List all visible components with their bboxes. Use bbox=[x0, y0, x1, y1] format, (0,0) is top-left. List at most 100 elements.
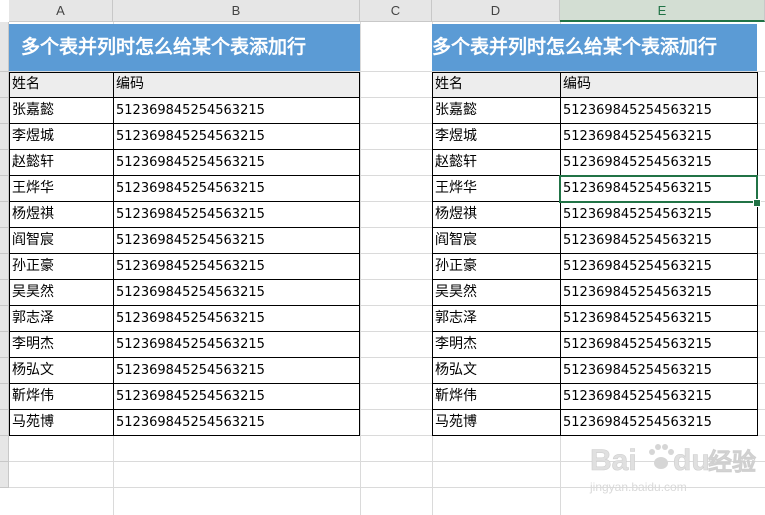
table-border-horizontal bbox=[9, 175, 360, 176]
table-border-horizontal bbox=[9, 72, 360, 73]
table-cell-code[interactable]: 512369845254563215 bbox=[560, 410, 757, 436]
row-header[interactable] bbox=[0, 98, 9, 124]
table-cell-code[interactable]: 512369845254563215 bbox=[113, 254, 359, 280]
table-cell-name[interactable]: 赵懿轩 bbox=[9, 150, 113, 176]
row-header[interactable] bbox=[0, 306, 9, 332]
column-header-e[interactable]: E bbox=[560, 0, 765, 22]
row-header[interactable] bbox=[0, 462, 9, 488]
table-cell-name[interactable]: 孙正豪 bbox=[9, 254, 113, 280]
paw-icon bbox=[649, 444, 674, 469]
table-cell-code[interactable]: 512369845254563215 bbox=[113, 384, 359, 410]
row-header[interactable] bbox=[0, 332, 9, 358]
table-cell-code[interactable]: 512369845254563215 bbox=[560, 124, 757, 150]
table-cell-name[interactable]: 杨弘文 bbox=[432, 358, 560, 384]
table-cell-code[interactable]: 512369845254563215 bbox=[560, 332, 757, 358]
table-cell-name[interactable]: 杨煜祺 bbox=[9, 202, 113, 228]
watermark-brand-suffix: du bbox=[673, 444, 710, 477]
table-cell-code[interactable]: 512369845254563215 bbox=[560, 98, 757, 124]
table-cell-name[interactable]: 郭志泽 bbox=[432, 306, 560, 332]
gridline-vertical bbox=[360, 22, 361, 515]
row-header[interactable] bbox=[0, 228, 9, 254]
table-cell-code[interactable]: 512369845254563215 bbox=[560, 202, 757, 228]
table-border-horizontal bbox=[432, 305, 758, 306]
table-cell-name[interactable]: 杨弘文 bbox=[9, 358, 113, 384]
table-cell-name[interactable]: 阎智宸 bbox=[9, 228, 113, 254]
table-cell-code[interactable]: 512369845254563215 bbox=[560, 358, 757, 384]
table-cell-code[interactable]: 512369845254563215 bbox=[560, 254, 757, 280]
table-cell-name[interactable]: 吴昊然 bbox=[9, 280, 113, 306]
row-header[interactable] bbox=[0, 202, 9, 228]
table-cell-name[interactable]: 孙正豪 bbox=[432, 254, 560, 280]
row-header[interactable] bbox=[0, 124, 9, 150]
table-cell-name[interactable]: 阎智宸 bbox=[432, 228, 560, 254]
table-cell-name[interactable]: 杨煜祺 bbox=[432, 202, 560, 228]
table-cell-code[interactable]: 512369845254563215 bbox=[113, 358, 359, 384]
column-header-c[interactable]: C bbox=[360, 0, 432, 22]
table-border-vertical bbox=[9, 72, 10, 436]
table-cell-code[interactable]: 512369845254563215 bbox=[560, 150, 757, 176]
table-cell-code[interactable]: 512369845254563215 bbox=[560, 384, 757, 410]
table-cell-code[interactable]: 512369845254563215 bbox=[113, 98, 359, 124]
table-cell-name[interactable]: 郭志泽 bbox=[9, 306, 113, 332]
table-cell-code[interactable]: 512369845254563215 bbox=[113, 202, 359, 228]
table-border-vertical bbox=[432, 72, 433, 436]
table-cell-code[interactable]: 512369845254563215 bbox=[113, 332, 359, 358]
table-cell-code[interactable]: 512369845254563215 bbox=[113, 176, 359, 202]
table-cell-name[interactable]: 李煜城 bbox=[9, 124, 113, 150]
table-border-horizontal bbox=[9, 435, 360, 436]
table-border-horizontal bbox=[9, 227, 360, 228]
table-cell-name[interactable]: 李明杰 bbox=[9, 332, 113, 358]
table-cell-name[interactable]: 张嘉懿 bbox=[9, 98, 113, 124]
table-cell-code[interactable]: 512369845254563215 bbox=[113, 306, 359, 332]
fill-handle[interactable] bbox=[753, 199, 761, 207]
table-header-name[interactable]: 姓名 bbox=[9, 72, 113, 98]
spreadsheet[interactable]: A B C D E 多个表并列时怎么给某个表添加行 姓名 编码 张嘉懿 5123698… bbox=[0, 0, 765, 515]
table-cell-code[interactable]: 512369845254563215 bbox=[113, 124, 359, 150]
table-cell-name[interactable]: 赵懿轩 bbox=[432, 150, 560, 176]
table-border-horizontal bbox=[432, 227, 758, 228]
row-header[interactable] bbox=[0, 358, 9, 384]
table-cell-name[interactable]: 马苑博 bbox=[432, 410, 560, 436]
table-cell-name[interactable]: 李煜城 bbox=[432, 124, 560, 150]
table-border-horizontal bbox=[9, 357, 360, 358]
table-cell-name[interactable]: 靳烨伟 bbox=[9, 384, 113, 410]
row-header[interactable] bbox=[0, 22, 9, 72]
column-header-d[interactable]: D bbox=[432, 0, 560, 22]
table-border-horizontal bbox=[9, 123, 360, 124]
table-border-horizontal bbox=[432, 97, 758, 98]
table-cell-name[interactable]: 吴昊然 bbox=[432, 280, 560, 306]
row-header[interactable] bbox=[0, 436, 9, 462]
right-table-title[interactable]: 多个表并列时怎么给某个表添加行 bbox=[432, 24, 757, 71]
table-header-name[interactable]: 姓名 bbox=[432, 72, 560, 98]
table-border-horizontal bbox=[432, 253, 758, 254]
table-cell-code[interactable]: 512369845254563215 bbox=[113, 410, 359, 436]
row-header[interactable] bbox=[0, 410, 9, 436]
table-cell-name[interactable]: 靳烨伟 bbox=[432, 384, 560, 410]
column-header-a[interactable]: A bbox=[9, 0, 113, 22]
row-header[interactable] bbox=[0, 280, 9, 306]
table-header-code[interactable]: 编码 bbox=[113, 72, 359, 98]
table-cell-code[interactable]: 512369845254563215 bbox=[560, 306, 757, 332]
table-cell-name[interactable]: 王烨华 bbox=[432, 176, 560, 202]
table-cell-code[interactable]: 512369845254563215 bbox=[113, 150, 359, 176]
left-table-title[interactable]: 多个表并列时怎么给某个表添加行 bbox=[9, 24, 360, 71]
table-cell-name[interactable]: 张嘉懿 bbox=[432, 98, 560, 124]
table-cell-code[interactable]: 512369845254563215 bbox=[113, 228, 359, 254]
baidu-jingyan-watermark: Bai du 经验 jingyan.baidu.com bbox=[588, 436, 758, 496]
column-header-b[interactable]: B bbox=[113, 0, 360, 22]
table-cell-name[interactable]: 王烨华 bbox=[9, 176, 113, 202]
table-cell-code[interactable]: 512369845254563215 bbox=[113, 280, 359, 306]
row-header[interactable] bbox=[0, 150, 9, 176]
table-border-horizontal bbox=[432, 279, 758, 280]
row-header[interactable] bbox=[0, 176, 9, 202]
table-cell-code[interactable]: 512369845254563215 bbox=[560, 228, 757, 254]
table-cell-code[interactable]: 512369845254563215 bbox=[560, 176, 757, 202]
row-header[interactable] bbox=[0, 72, 9, 98]
table-cell-name[interactable]: 李明杰 bbox=[432, 332, 560, 358]
row-header[interactable] bbox=[0, 254, 9, 280]
table-cell-code[interactable]: 512369845254563215 bbox=[560, 280, 757, 306]
table-header-code[interactable]: 编码 bbox=[560, 72, 757, 98]
table-border-horizontal bbox=[9, 253, 360, 254]
row-header[interactable] bbox=[0, 384, 9, 410]
table-cell-name[interactable]: 马苑博 bbox=[9, 410, 113, 436]
